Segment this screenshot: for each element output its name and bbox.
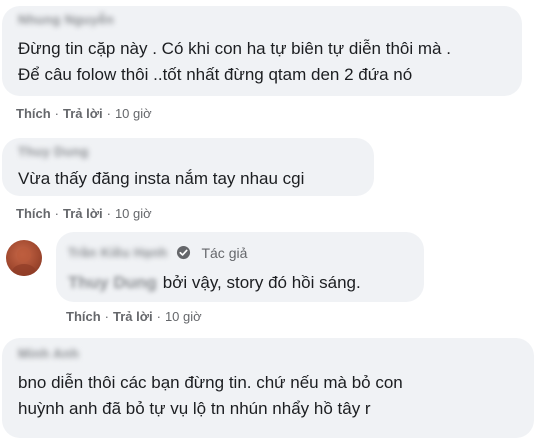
author-avatar[interactable] (6, 240, 42, 276)
comment-timestamp[interactable]: 10 giờ (165, 309, 202, 324)
separator-dot: · (104, 309, 110, 324)
reply-text: bởi vậy, story đó hồi sáng. (162, 273, 361, 292)
reply-button[interactable]: Trả lời (63, 106, 103, 121)
separator-dot: · (106, 206, 111, 221)
reply-header: Trần Kiều Hạnh Tác giả (68, 244, 247, 262)
separator-dot: · (106, 106, 111, 121)
mention-tag[interactable]: Thuy Dung (68, 270, 157, 295)
comment-timestamp[interactable]: 10 giờ (115, 206, 152, 221)
comment-text: huỳnh anh đã bỏ tự vụ lộ tn nhún nhẩy hồ… (18, 399, 371, 418)
comment-timestamp[interactable]: 10 giờ (115, 106, 152, 121)
reply-author-name[interactable]: Trần Kiều Hạnh (68, 245, 168, 260)
reply-text-line: Thuy Dung bởi vậy, story đó hồi sáng. (68, 270, 361, 295)
comment-actions: Thích · Trả lời · 10 giờ (16, 106, 152, 121)
comment-author-name[interactable]: Nhung Nguyễn (18, 12, 114, 27)
comment-author-name[interactable]: Thuy Dung (18, 144, 89, 159)
comment-text: Vừa thấy đăng insta nắm tay nhau cgi (18, 169, 305, 188)
author-badge: Tác giả (201, 244, 248, 261)
avatar-image (12, 248, 36, 276)
reply-button[interactable]: Trả lời (63, 206, 103, 221)
separator-dot: · (54, 206, 60, 221)
comment-text: Để câu folow thôi ..tốt nhất đừng qtam d… (18, 65, 413, 84)
like-button[interactable]: Thích (66, 309, 101, 324)
like-button[interactable]: Thích (16, 106, 51, 121)
comment-actions: Thích · Trả lời · 10 giờ (16, 206, 152, 221)
comment-text: Đừng tin cặp này . Có khi con ha tự biên… (18, 39, 451, 58)
comment-text: bno diễn thôi các bạn đừng tin. chứ nếu … (18, 373, 403, 392)
separator-dot: · (156, 309, 161, 324)
reply-button[interactable]: Trả lời (113, 309, 153, 324)
check-badge-icon (176, 245, 191, 260)
separator-dot: · (54, 106, 60, 121)
comment-author-name[interactable]: Minh Anh (18, 346, 79, 361)
reply-actions: Thích · Trả lời · 10 giờ (66, 309, 202, 324)
like-button[interactable]: Thích (16, 206, 51, 221)
